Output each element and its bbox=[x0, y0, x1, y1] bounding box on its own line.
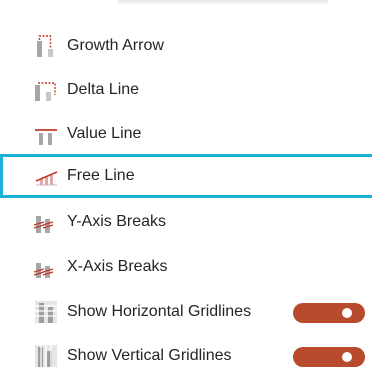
value-line-icon bbox=[33, 121, 59, 147]
menu-item-growth-arrow[interactable]: Growth Arrow bbox=[0, 24, 372, 68]
vertical-gridlines-toggle[interactable] bbox=[293, 347, 365, 367]
menu-item-value-line[interactable]: Value Line bbox=[0, 112, 372, 156]
menu-item-y-axis-breaks[interactable]: Y-Axis Breaks bbox=[0, 200, 372, 244]
menu-item-label: Value Line bbox=[67, 125, 142, 142]
menu-item-label: Growth Arrow bbox=[67, 37, 164, 54]
toggle-knob bbox=[342, 308, 352, 318]
horizontal-gridlines-toggle[interactable] bbox=[293, 303, 365, 323]
vertical-gridlines-icon bbox=[33, 343, 59, 369]
context-menu: Growth Arrow Delta Line Value Line Free … bbox=[0, 0, 372, 374]
x-axis-breaks-icon bbox=[33, 254, 59, 280]
menu-item-label: Delta Line bbox=[67, 81, 140, 98]
menu-item-label: Free Line bbox=[67, 167, 135, 184]
delta-line-icon bbox=[33, 77, 59, 103]
growth-arrow-icon bbox=[33, 33, 59, 59]
free-line-icon bbox=[33, 163, 59, 189]
horizontal-gridlines-icon bbox=[33, 299, 59, 325]
menu-item-free-line[interactable]: Free Line bbox=[0, 154, 372, 198]
y-axis-breaks-icon bbox=[33, 209, 59, 235]
menu-item-vertical-gridlines[interactable]: Show Vertical Gridlines bbox=[0, 334, 372, 378]
menu-item-x-axis-breaks[interactable]: X-Axis Breaks bbox=[0, 245, 372, 289]
menu-item-delta-line[interactable]: Delta Line bbox=[0, 68, 372, 112]
menu-item-horizontal-gridlines[interactable]: Show Horizontal Gridlines bbox=[0, 290, 372, 334]
menu-item-label: Show Vertical Gridlines bbox=[67, 347, 232, 364]
menu-item-label: Show Horizontal Gridlines bbox=[67, 303, 252, 320]
menu-item-label: Y-Axis Breaks bbox=[67, 213, 166, 230]
menu-item-label: X-Axis Breaks bbox=[67, 258, 168, 275]
toggle-knob bbox=[342, 352, 352, 362]
menu-top-shadow bbox=[118, 0, 328, 5]
